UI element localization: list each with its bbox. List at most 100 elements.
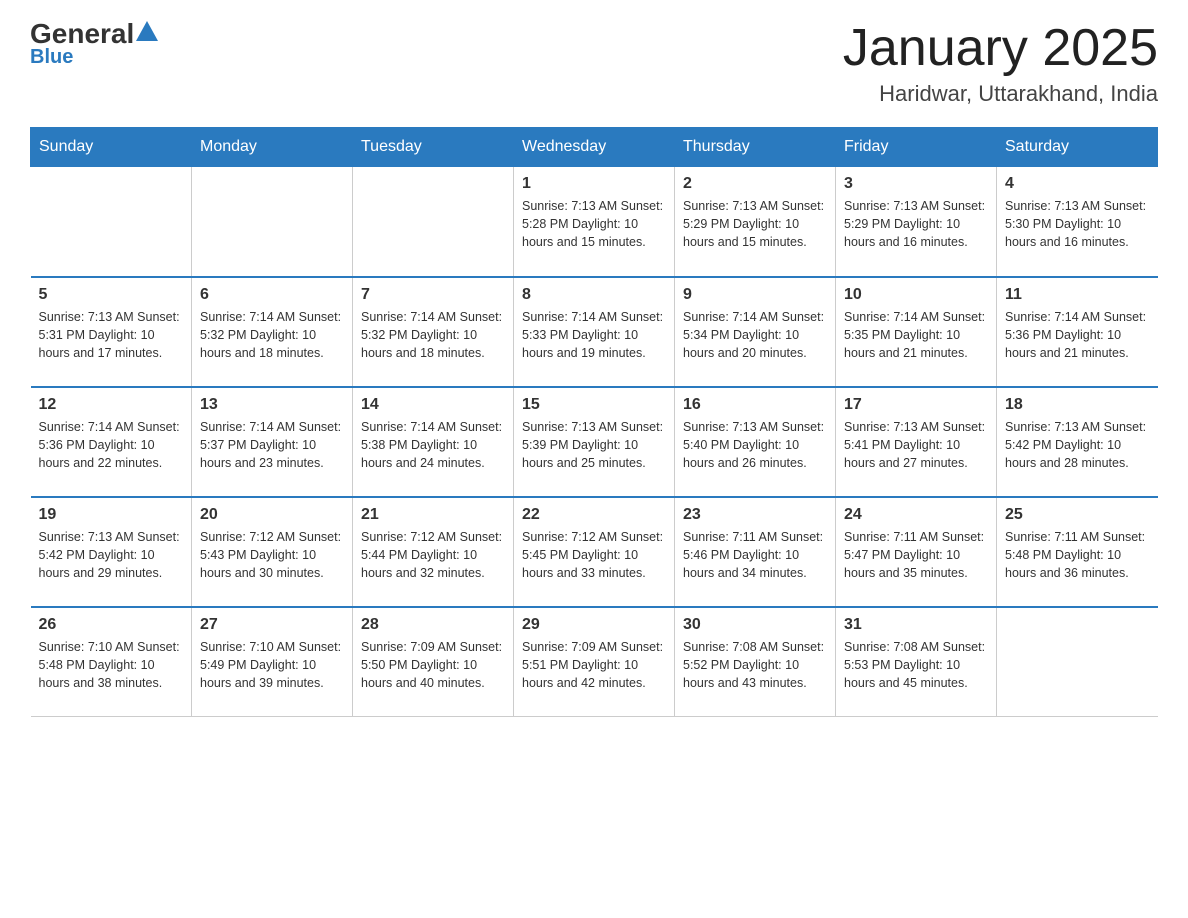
day-info: Sunrise: 7:13 AM Sunset: 5:28 PM Dayligh… [522, 197, 666, 251]
day-number: 4 [1005, 175, 1150, 193]
day-number: 20 [200, 506, 344, 524]
day-info: Sunrise: 7:08 AM Sunset: 5:53 PM Dayligh… [844, 638, 988, 692]
calendar-cell [192, 167, 353, 277]
calendar-cell [31, 167, 192, 277]
day-number: 3 [844, 175, 988, 193]
calendar-cell: 21 Sunrise: 7:12 AM Sunset: 5:44 PM Dayli… [353, 497, 514, 607]
day-info: Sunrise: 7:12 AM Sunset: 5:43 PM Dayligh… [200, 528, 344, 582]
day-info: Sunrise: 7:09 AM Sunset: 5:51 PM Dayligh… [522, 638, 666, 692]
calendar-cell: 18Sunrise: 7:13 AM Sunset: 5:42 PM Dayli… [997, 387, 1158, 497]
day-number: 13 [200, 396, 344, 414]
day-number: 25 [1005, 506, 1150, 524]
calendar-cell: 15 Sunrise: 7:13 AM Sunset: 5:39 PM Dayli… [514, 387, 675, 497]
day-info: Sunrise: 7:14 AM Sunset: 5:36 PM Dayligh… [39, 418, 184, 472]
calendar-cell [997, 607, 1158, 717]
col-friday: Friday [836, 128, 997, 167]
day-info: Sunrise: 7:13 AM Sunset: 5:29 PM Dayligh… [683, 197, 827, 251]
day-number: 21 [361, 506, 505, 524]
col-monday: Monday [192, 128, 353, 167]
calendar-cell [353, 167, 514, 277]
calendar-cell: 23 Sunrise: 7:11 AM Sunset: 5:46 PM Dayli… [675, 497, 836, 607]
day-info: Sunrise: 7:14 AM Sunset: 5:33 PM Dayligh… [522, 308, 666, 362]
day-info: Sunrise: 7:13 AM Sunset: 5:30 PM Dayligh… [1005, 197, 1150, 251]
day-info: Sunrise: 7:12 AM Sunset: 5:44 PM Dayligh… [361, 528, 505, 582]
day-number: 19 [39, 506, 184, 524]
page-header: General Blue January 2025 Haridwar, Utta… [30, 20, 1158, 107]
day-number: 22 [522, 506, 666, 524]
calendar-cell: 29Sunrise: 7:09 AM Sunset: 5:51 PM Dayli… [514, 607, 675, 717]
day-info: Sunrise: 7:13 AM Sunset: 5:41 PM Dayligh… [844, 418, 988, 472]
col-thursday: Thursday [675, 128, 836, 167]
calendar-header-row: Sunday Monday Tuesday Wednesday Thursday… [31, 128, 1158, 167]
day-number: 7 [361, 286, 505, 304]
calendar-cell: 3 Sunrise: 7:13 AM Sunset: 5:29 PM Daylig… [836, 167, 997, 277]
calendar-cell: 17 Sunrise: 7:13 AM Sunset: 5:41 PM Dayli… [836, 387, 997, 497]
day-info: Sunrise: 7:11 AM Sunset: 5:46 PM Dayligh… [683, 528, 827, 582]
calendar-table: Sunday Monday Tuesday Wednesday Thursday… [30, 127, 1158, 717]
day-info: Sunrise: 7:14 AM Sunset: 5:37 PM Dayligh… [200, 418, 344, 472]
calendar-cell: 13 Sunrise: 7:14 AM Sunset: 5:37 PM Dayli… [192, 387, 353, 497]
day-number: 17 [844, 396, 988, 414]
calendar-cell: 31 Sunrise: 7:08 AM Sunset: 5:53 PM Dayli… [836, 607, 997, 717]
logo: General Blue [30, 20, 158, 69]
calendar-title: January 2025 [843, 20, 1158, 77]
day-info: Sunrise: 7:13 AM Sunset: 5:42 PM Dayligh… [39, 528, 184, 582]
calendar-cell: 20 Sunrise: 7:12 AM Sunset: 5:43 PM Dayli… [192, 497, 353, 607]
day-number: 14 [361, 396, 505, 414]
day-number: 11 [1005, 286, 1150, 304]
day-info: Sunrise: 7:13 AM Sunset: 5:31 PM Dayligh… [39, 308, 184, 362]
calendar-cell: 24 Sunrise: 7:11 AM Sunset: 5:47 PM Dayli… [836, 497, 997, 607]
day-info: Sunrise: 7:14 AM Sunset: 5:35 PM Dayligh… [844, 308, 988, 362]
calendar-cell: 10 Sunrise: 7:14 AM Sunset: 5:35 PM Dayli… [836, 277, 997, 387]
calendar-cell: 22Sunrise: 7:12 AM Sunset: 5:45 PM Dayli… [514, 497, 675, 607]
day-number: 1 [522, 175, 666, 193]
calendar-cell: 12 Sunrise: 7:14 AM Sunset: 5:36 PM Dayli… [31, 387, 192, 497]
day-info: Sunrise: 7:13 AM Sunset: 5:42 PM Dayligh… [1005, 418, 1150, 472]
logo-text-blue: Blue [30, 46, 73, 69]
day-number: 10 [844, 286, 988, 304]
day-info: Sunrise: 7:14 AM Sunset: 5:32 PM Dayligh… [200, 308, 344, 362]
day-info: Sunrise: 7:13 AM Sunset: 5:39 PM Dayligh… [522, 418, 666, 472]
col-saturday: Saturday [997, 128, 1158, 167]
day-info: Sunrise: 7:10 AM Sunset: 5:48 PM Dayligh… [39, 638, 184, 692]
title-block: January 2025 Haridwar, Uttarakhand, Indi… [843, 20, 1158, 107]
day-info: Sunrise: 7:13 AM Sunset: 5:29 PM Dayligh… [844, 197, 988, 251]
day-number: 5 [39, 286, 184, 304]
day-number: 31 [844, 616, 988, 634]
calendar-cell: 1 Sunrise: 7:13 AM Sunset: 5:28 PM Daylig… [514, 167, 675, 277]
day-number: 28 [361, 616, 505, 634]
calendar-subtitle: Haridwar, Uttarakhand, India [843, 81, 1158, 107]
calendar-row-4: 19 Sunrise: 7:13 AM Sunset: 5:42 PM Dayli… [31, 497, 1158, 607]
logo-triangle-icon [136, 21, 158, 41]
day-info: Sunrise: 7:11 AM Sunset: 5:47 PM Dayligh… [844, 528, 988, 582]
calendar-cell: 6 Sunrise: 7:14 AM Sunset: 5:32 PM Daylig… [192, 277, 353, 387]
day-info: Sunrise: 7:13 AM Sunset: 5:40 PM Dayligh… [683, 418, 827, 472]
col-sunday: Sunday [31, 128, 192, 167]
calendar-cell: 8 Sunrise: 7:14 AM Sunset: 5:33 PM Daylig… [514, 277, 675, 387]
day-info: Sunrise: 7:14 AM Sunset: 5:38 PM Dayligh… [361, 418, 505, 472]
day-number: 24 [844, 506, 988, 524]
logo-text-general: General [30, 20, 134, 48]
col-tuesday: Tuesday [353, 128, 514, 167]
day-number: 30 [683, 616, 827, 634]
calendar-cell: 26 Sunrise: 7:10 AM Sunset: 5:48 PM Dayli… [31, 607, 192, 717]
calendar-cell: 27Sunrise: 7:10 AM Sunset: 5:49 PM Dayli… [192, 607, 353, 717]
day-info: Sunrise: 7:09 AM Sunset: 5:50 PM Dayligh… [361, 638, 505, 692]
day-number: 2 [683, 175, 827, 193]
day-info: Sunrise: 7:10 AM Sunset: 5:49 PM Dayligh… [200, 638, 344, 692]
calendar-cell: 14 Sunrise: 7:14 AM Sunset: 5:38 PM Dayli… [353, 387, 514, 497]
calendar-row-2: 5 Sunrise: 7:13 AM Sunset: 5:31 PM Daylig… [31, 277, 1158, 387]
day-info: Sunrise: 7:11 AM Sunset: 5:48 PM Dayligh… [1005, 528, 1150, 582]
calendar-row-1: 1 Sunrise: 7:13 AM Sunset: 5:28 PM Daylig… [31, 167, 1158, 277]
day-number: 12 [39, 396, 184, 414]
calendar-row-3: 12 Sunrise: 7:14 AM Sunset: 5:36 PM Dayli… [31, 387, 1158, 497]
day-number: 6 [200, 286, 344, 304]
day-number: 23 [683, 506, 827, 524]
calendar-cell: 5 Sunrise: 7:13 AM Sunset: 5:31 PM Daylig… [31, 277, 192, 387]
day-info: Sunrise: 7:14 AM Sunset: 5:32 PM Dayligh… [361, 308, 505, 362]
day-number: 15 [522, 396, 666, 414]
day-number: 26 [39, 616, 184, 634]
col-wednesday: Wednesday [514, 128, 675, 167]
day-info: Sunrise: 7:14 AM Sunset: 5:36 PM Dayligh… [1005, 308, 1150, 362]
day-number: 8 [522, 286, 666, 304]
